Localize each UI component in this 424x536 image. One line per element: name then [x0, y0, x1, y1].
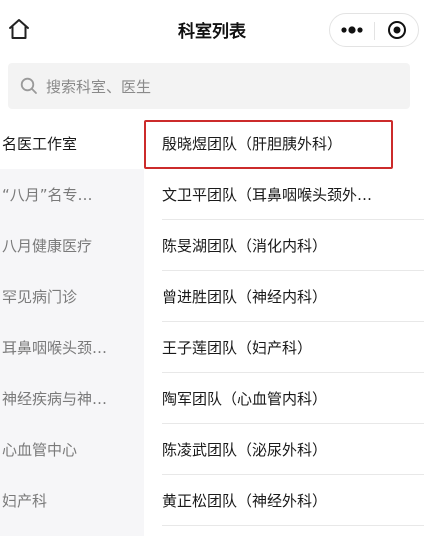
team-row[interactable]: 陈凌武团队（泌尿外科） [144, 424, 424, 475]
category-label: 心血管中心 [2, 441, 78, 459]
team-label: 文卫平团队（耳鼻咽喉头颈外… [162, 186, 373, 204]
mini-program-capsule [329, 13, 419, 47]
team-label: 陈凌武团队（泌尿外科） [162, 441, 328, 459]
category-label: 神经疾病与神… [2, 390, 108, 408]
home-icon[interactable] [4, 14, 34, 44]
search-placeholder: 搜索科室、医生 [46, 78, 152, 96]
team-list: 殷晓煜团队（肝胆胰外科） 文卫平团队（耳鼻咽喉头颈外… 陈旻湖团队（消化内科） … [144, 118, 424, 536]
team-row[interactable]: 陈旻湖团队（消化内科） [144, 220, 424, 271]
more-dots-icon[interactable] [330, 14, 374, 46]
team-label: 曾进胜团队（神经内科） [162, 288, 328, 306]
row-divider [162, 525, 424, 526]
team-row[interactable]: 陶军团队（心血管内科） [144, 373, 424, 424]
search-icon [20, 77, 38, 95]
category-item[interactable]: 神经疾病与神… [0, 373, 144, 424]
category-item[interactable]: 罕见病门诊 [0, 271, 144, 322]
team-label: 陶军团队（心血管内科） [162, 390, 328, 408]
team-label: 王子莲团队（妇产科） [162, 339, 313, 357]
team-label: 黄正松团队（神经外科） [162, 492, 328, 510]
category-label: 耳鼻咽喉头颈… [2, 339, 108, 357]
category-label: “八月”名专… [2, 186, 93, 204]
category-label: 名医工作室 [2, 135, 78, 153]
capsule-divider [374, 22, 375, 40]
category-item[interactable]: 心血管中心 [0, 424, 144, 475]
category-label: 妇产科 [2, 492, 48, 510]
team-label: 陈旻湖团队（消化内科） [162, 237, 328, 255]
team-row[interactable]: 曾进胜团队（神经内科） [144, 271, 424, 322]
category-item[interactable]: 耳鼻咽喉头颈… [0, 322, 144, 373]
category-item[interactable]: “八月”名专… [0, 169, 144, 220]
team-row[interactable]: 黄正松团队（神经外科） [144, 475, 424, 526]
category-label: 罕见病门诊 [2, 288, 78, 306]
category-label: 八月健康医疗 [2, 237, 93, 255]
search-input[interactable]: 搜索科室、医生 [8, 63, 410, 109]
team-row[interactable]: 文卫平团队（耳鼻咽喉头颈外… [144, 169, 424, 220]
team-row-highlighted[interactable]: 殷晓煜团队（肝胆胰外科） [144, 118, 424, 169]
category-item-active[interactable]: 名医工作室 [0, 118, 144, 169]
category-item[interactable]: 八月健康医疗 [0, 220, 144, 271]
search-area: 搜索科室、医生 [0, 60, 424, 118]
team-row[interactable]: 王子莲团队（妇产科） [144, 322, 424, 373]
nav-header: 科室列表 [0, 0, 424, 60]
category-sidebar: 名医工作室 “八月”名专… 八月健康医疗 罕见病门诊 耳鼻咽喉头颈… 神经疾病与… [0, 118, 144, 536]
target-close-icon[interactable] [376, 14, 418, 46]
category-item[interactable]: 妇产科 [0, 475, 144, 526]
team-label: 殷晓煜团队（肝胆胰外科） [162, 135, 343, 153]
